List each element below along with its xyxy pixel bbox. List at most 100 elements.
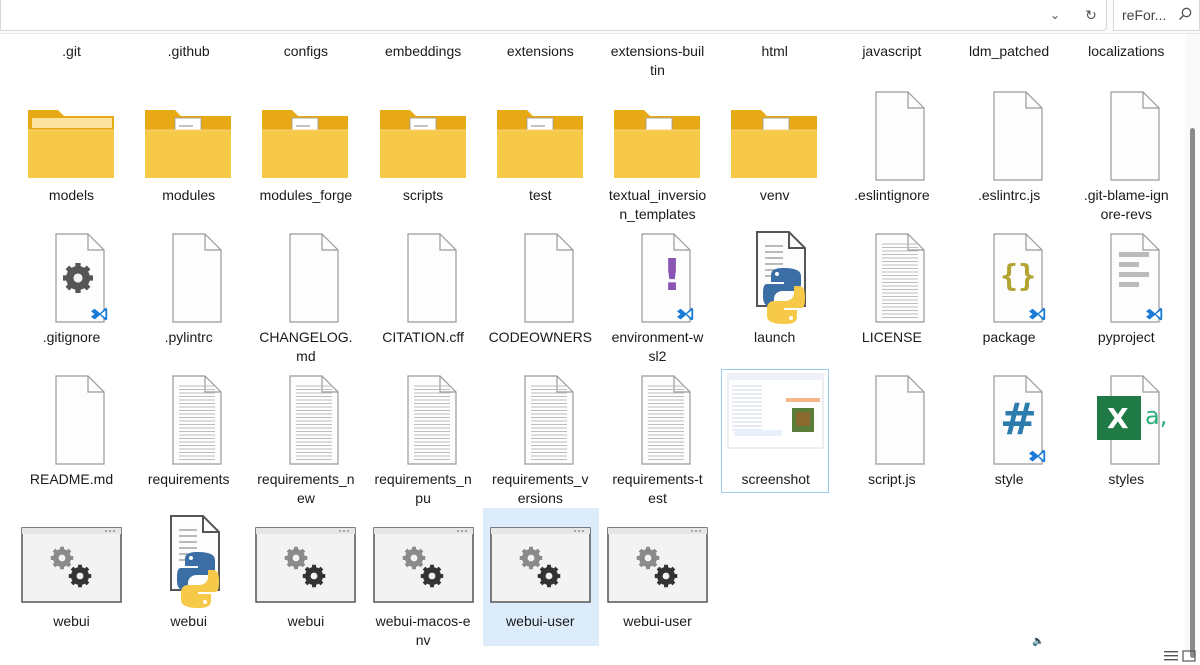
item-label: textual_inversio bbox=[608, 187, 707, 203]
folder-icon bbox=[252, 86, 359, 186]
item-label: tin bbox=[650, 62, 665, 78]
item-label: pyproject bbox=[1097, 329, 1155, 345]
folder-icon bbox=[18, 86, 125, 186]
item-label: package bbox=[982, 329, 1036, 345]
item-label: requirements bbox=[147, 471, 230, 487]
batch-file-icon bbox=[487, 512, 594, 612]
item-label: configs bbox=[283, 43, 329, 59]
item-label: webui bbox=[53, 613, 90, 629]
svg-text:#: # bbox=[1000, 394, 1037, 445]
item-label: models bbox=[48, 187, 95, 203]
tiles-view-icon[interactable] bbox=[1182, 650, 1196, 662]
svg-text:X: X bbox=[1107, 402, 1129, 435]
item-label: environment-w bbox=[611, 329, 704, 345]
address-bar-area: ⌄ ↻ reFor... bbox=[0, 0, 1200, 34]
item-label: md bbox=[296, 348, 316, 364]
text-file-icon bbox=[252, 370, 359, 470]
item-label: CODEOWNERS bbox=[488, 329, 593, 345]
item-label: javascript bbox=[862, 43, 922, 59]
text-file-icon bbox=[135, 370, 242, 470]
gear-file-icon bbox=[18, 228, 125, 328]
image-thumbnail-icon bbox=[722, 370, 829, 470]
item-label: launch bbox=[754, 329, 796, 345]
item-label: modules bbox=[162, 187, 216, 203]
item-label: requirements_n bbox=[374, 471, 472, 487]
excel-file-icon: Xa, bbox=[1073, 370, 1180, 470]
item-label: extensions bbox=[506, 43, 574, 59]
json-file-icon: {} bbox=[956, 228, 1063, 328]
item-label: .git bbox=[62, 43, 81, 59]
item-label: README.md bbox=[29, 471, 114, 487]
folder-icon bbox=[370, 86, 477, 186]
item-label: CITATION.cff bbox=[382, 329, 464, 345]
item-label: scripts bbox=[402, 187, 444, 203]
item-label: webui bbox=[170, 613, 207, 629]
item-label: LICENSE bbox=[861, 329, 922, 345]
item-label: .git-blame-ign bbox=[1083, 187, 1169, 203]
text-file-icon bbox=[604, 370, 711, 470]
search-box[interactable]: reFor... bbox=[1113, 0, 1200, 31]
python-file-icon bbox=[135, 512, 242, 612]
batch-file-icon bbox=[370, 512, 477, 612]
item-label: ersions bbox=[517, 490, 563, 506]
search-icon[interactable] bbox=[1177, 6, 1193, 22]
address-field[interactable] bbox=[0, 0, 1107, 31]
item-label: localizations bbox=[1088, 43, 1165, 59]
exclamation-file-icon: ! bbox=[604, 228, 711, 328]
file-icon bbox=[370, 228, 477, 328]
folder-icon bbox=[604, 86, 711, 186]
item-label: modules_forge bbox=[259, 187, 353, 203]
svg-text:!: ! bbox=[662, 250, 682, 301]
search-input[interactable]: reFor... bbox=[1122, 7, 1166, 23]
scrollbar-thumb[interactable] bbox=[1190, 128, 1195, 658]
item-label: webui-user bbox=[623, 613, 692, 629]
item-label: ew bbox=[296, 490, 315, 506]
item-label: pu bbox=[415, 490, 431, 506]
hash-file-icon: # bbox=[956, 370, 1063, 470]
refresh-icon[interactable]: ↻ bbox=[1079, 4, 1103, 26]
item-label: script.js bbox=[868, 471, 916, 487]
details-view-icon[interactable] bbox=[1163, 650, 1179, 662]
item-label: webui bbox=[287, 613, 325, 629]
lines-file-icon bbox=[1073, 228, 1180, 328]
batch-file-icon bbox=[252, 512, 359, 612]
item-label: venv bbox=[759, 187, 790, 203]
chevron-down-icon[interactable]: ⌄ bbox=[1043, 4, 1067, 26]
file-icon bbox=[487, 228, 594, 328]
item-label: test bbox=[529, 187, 552, 203]
svg-text:a,: a, bbox=[1145, 402, 1167, 430]
item-label: .gitignore bbox=[42, 329, 101, 345]
item-label: .pylintrc bbox=[164, 329, 213, 345]
file-icon bbox=[956, 86, 1063, 186]
text-file-icon bbox=[370, 370, 477, 470]
list-item[interactable]: screenshot bbox=[721, 369, 830, 493]
file-icon bbox=[18, 370, 125, 470]
item-label: embeddings bbox=[384, 43, 462, 59]
text-file-icon bbox=[487, 370, 594, 470]
file-grid: .git .github configs embeddings extensions ex… bbox=[0, 34, 1184, 654]
item-label: webui-macos-e bbox=[375, 613, 471, 629]
item-label: CHANGELOG. bbox=[259, 329, 353, 345]
item-label: ore-revs bbox=[1100, 206, 1152, 222]
item-label: html bbox=[761, 43, 788, 59]
item-label: ldm_patched bbox=[969, 43, 1050, 59]
file-icon bbox=[252, 228, 359, 328]
text-file-icon bbox=[838, 228, 945, 328]
item-label: webui-user bbox=[506, 613, 575, 629]
item-label: .github bbox=[167, 43, 210, 59]
item-label: nv bbox=[415, 632, 431, 648]
speaker-icon: 🔈 bbox=[1032, 636, 1045, 647]
item-label: requirements_v bbox=[492, 471, 589, 487]
item-label: n_templates bbox=[619, 206, 696, 222]
item-label: styles bbox=[1108, 471, 1145, 487]
item-label: sl2 bbox=[648, 348, 667, 364]
file-icon bbox=[135, 228, 242, 328]
folder-icon bbox=[721, 86, 828, 186]
folder-icon bbox=[135, 86, 242, 186]
item-label: requirements-t bbox=[612, 471, 703, 487]
python-file-icon bbox=[721, 228, 828, 328]
batch-file-icon bbox=[604, 512, 711, 612]
item-label: screenshot bbox=[741, 471, 810, 487]
item-label: style bbox=[994, 471, 1024, 487]
file-icon bbox=[1073, 86, 1180, 186]
